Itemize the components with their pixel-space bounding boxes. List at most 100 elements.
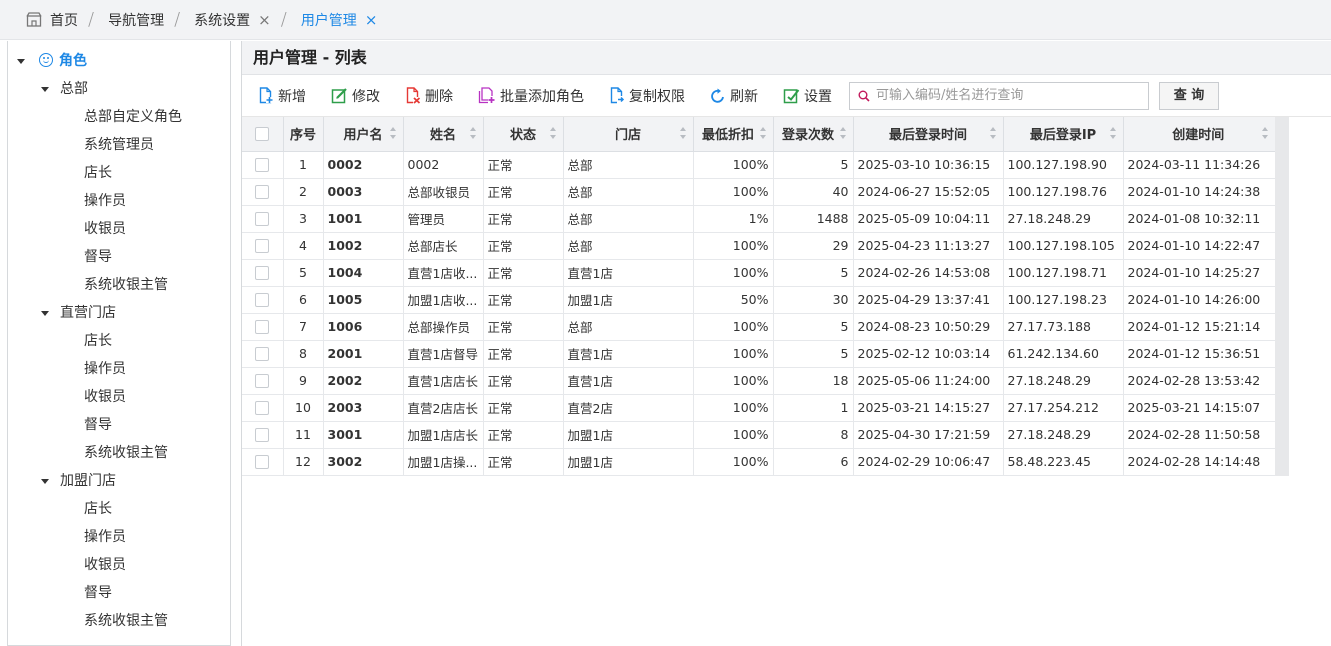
delete-button[interactable]: 删除	[405, 86, 453, 106]
tree-caret-down-icon[interactable]	[17, 59, 25, 64]
tree-leaf[interactable]: 店长	[84, 159, 112, 187]
tree-leaf[interactable]: 总部自定义角色	[84, 103, 182, 131]
row-checkbox[interactable]	[255, 347, 270, 362]
breadcrumb-nav-manage[interactable]: 导航管理	[108, 10, 164, 30]
column-header[interactable]: 门店	[563, 117, 694, 152]
breadcrumb-nav-manage-label[interactable]: 导航管理	[108, 10, 164, 30]
search-input[interactable]	[874, 87, 1144, 104]
vertical-scrollbar[interactable]	[1275, 117, 1289, 476]
breadcrumb-user-manage[interactable]: 用户管理 ×	[301, 10, 378, 30]
row-checkbox[interactable]	[255, 266, 270, 281]
sort-icon[interactable]	[989, 127, 997, 141]
tree-leaf[interactable]: 督导	[84, 243, 112, 271]
add-button[interactable]: 新增	[258, 86, 306, 106]
row-select-cell[interactable]	[242, 178, 284, 206]
tree-leaf[interactable]: 收银员	[84, 551, 126, 579]
tree-leaf[interactable]: 系统收银主管	[84, 271, 168, 299]
tree-caret-down-icon[interactable]	[41, 87, 49, 92]
column-header[interactable]: 登录次数	[773, 117, 854, 152]
row-checkbox[interactable]	[255, 455, 270, 470]
username-link[interactable]: 1006	[323, 313, 404, 341]
table-row[interactable]: 8 2001 直营1店督导 正常 直营1店 100% 5 2025-02-12 10:03:1…	[242, 340, 1289, 368]
sort-icon[interactable]	[389, 127, 397, 141]
table-row[interactable]: 4 1002 总部店长 正常 总部 100% 29 2025-04-23 11:13:27 10…	[242, 232, 1289, 260]
tree-leaf[interactable]: 督导	[84, 411, 112, 439]
sort-icon[interactable]	[1262, 127, 1269, 141]
tree-leaf[interactable]: 操作员	[84, 355, 126, 383]
row-select-cell[interactable]	[242, 313, 284, 341]
sort-icon[interactable]	[469, 127, 477, 141]
username-link[interactable]: 0002	[323, 151, 404, 179]
column-header[interactable]: 状态	[483, 117, 564, 152]
refresh-button[interactable]: 刷新	[710, 86, 758, 106]
tree-caret-down-icon[interactable]	[41, 479, 49, 484]
tree-leaf[interactable]: 收银员	[84, 215, 126, 243]
tree-leaf[interactable]: 系统收银主管	[84, 607, 168, 635]
username-link[interactable]: 1005	[323, 286, 404, 314]
breadcrumb-system-settings[interactable]: 系统设置 ×	[194, 10, 271, 30]
username-link[interactable]: 0003	[323, 178, 404, 206]
username-link[interactable]: 2001	[323, 340, 404, 368]
row-select-cell[interactable]	[242, 259, 284, 287]
column-header[interactable]: 姓名	[403, 117, 484, 152]
table-row[interactable]: 7 1006 总部操作员 正常 总部 100% 5 2024-08-23 10:50:29 27…	[242, 313, 1289, 341]
tree-leaf[interactable]: 系统管理员	[84, 131, 154, 159]
settings-button[interactable]: 设置	[783, 86, 832, 106]
row-checkbox[interactable]	[255, 320, 270, 335]
tree-leaf[interactable]: 操作员	[84, 523, 126, 551]
tree-node-direct-store[interactable]: 直营门店	[60, 299, 116, 327]
table-row[interactable]: 9 2002 直营1店店长 正常 直营1店 100% 18 2025-05-06 11:24:…	[242, 367, 1289, 395]
query-button[interactable]: 查 询	[1159, 81, 1219, 110]
column-header[interactable]: 最低折扣	[693, 117, 774, 152]
username-link[interactable]: 1004	[323, 259, 404, 287]
column-header[interactable]: 最后登录IP	[1003, 117, 1124, 152]
row-select-cell[interactable]	[242, 151, 284, 179]
row-select-cell[interactable]	[242, 205, 284, 233]
tree-node-root-label[interactable]: 角色	[59, 53, 87, 69]
row-checkbox[interactable]	[255, 212, 270, 227]
select-all-cell[interactable]	[242, 117, 284, 152]
row-select-cell[interactable]	[242, 340, 284, 368]
username-link[interactable]: 1002	[323, 232, 404, 260]
select-all-checkbox[interactable]	[255, 126, 270, 141]
tree-leaf[interactable]: 店长	[84, 327, 112, 355]
username-link[interactable]: 1001	[323, 205, 404, 233]
table-row[interactable]: 3 1001 管理员 正常 总部 1% 1488 2025-05-09 10:04:11 27.…	[242, 205, 1289, 233]
username-link[interactable]: 2003	[323, 394, 404, 422]
row-checkbox[interactable]	[255, 185, 270, 200]
table-row[interactable]: 1 0002 0002 正常 总部 100% 5 2025-03-10 10:36:15 100…	[242, 151, 1289, 179]
batch-add-role-button-label[interactable]: 批量添加角色	[500, 86, 584, 106]
breadcrumb-user-manage-label[interactable]: 用户管理	[301, 10, 357, 30]
tree-leaf[interactable]: 店长	[84, 495, 112, 523]
table-row[interactable]: 5 1004 直营1店收... 正常 直营1店 100% 5 2024-02-26 14:53…	[242, 259, 1289, 287]
table-row[interactable]: 11 3001 加盟1店店长 正常 加盟1店 100% 8 2025-04-30 17:21:…	[242, 421, 1289, 449]
tree-leaf[interactable]: 收银员	[84, 383, 126, 411]
tree-caret-down-icon[interactable]	[41, 311, 49, 316]
row-checkbox[interactable]	[255, 428, 270, 443]
edit-button[interactable]: 修改	[331, 86, 380, 106]
column-header[interactable]: 创建时间	[1123, 117, 1289, 152]
row-checkbox[interactable]	[255, 293, 270, 308]
edit-button-label[interactable]: 修改	[352, 86, 380, 106]
table-row[interactable]: 12 3002 加盟1店操... 正常 加盟1店 100% 6 2024-02-29 10:0…	[242, 448, 1289, 476]
delete-button-label[interactable]: 删除	[425, 86, 453, 106]
column-header[interactable]: 用户名	[323, 117, 404, 152]
row-select-cell[interactable]	[242, 394, 284, 422]
breadcrumb-system-settings-label[interactable]: 系统设置	[194, 10, 250, 30]
tree-leaf[interactable]: 系统收银主管	[84, 439, 168, 467]
close-icon[interactable]: ×	[258, 11, 271, 29]
copy-permission-button-label[interactable]: 复制权限	[629, 86, 685, 106]
home-icon[interactable]	[26, 12, 42, 27]
row-select-cell[interactable]	[242, 367, 284, 395]
table-row[interactable]: 6 1005 加盟1店收... 正常 加盟1店 50% 30 2025-04-29 13:37…	[242, 286, 1289, 314]
sort-icon[interactable]	[679, 127, 687, 141]
breadcrumb-home-label[interactable]: 首页	[50, 10, 78, 30]
tree-node-root[interactable]: 角色	[39, 47, 87, 75]
sort-icon[interactable]	[839, 127, 847, 141]
table-row[interactable]: 10 2003 直营2店店长 正常 直营2店 100% 1 2025-03-21 14:15:…	[242, 394, 1289, 422]
row-select-cell[interactable]	[242, 232, 284, 260]
column-header[interactable]: 序号	[283, 117, 324, 152]
breadcrumb-home[interactable]: 首页	[50, 10, 78, 30]
sort-icon[interactable]	[549, 127, 557, 141]
sort-icon[interactable]	[759, 127, 767, 141]
